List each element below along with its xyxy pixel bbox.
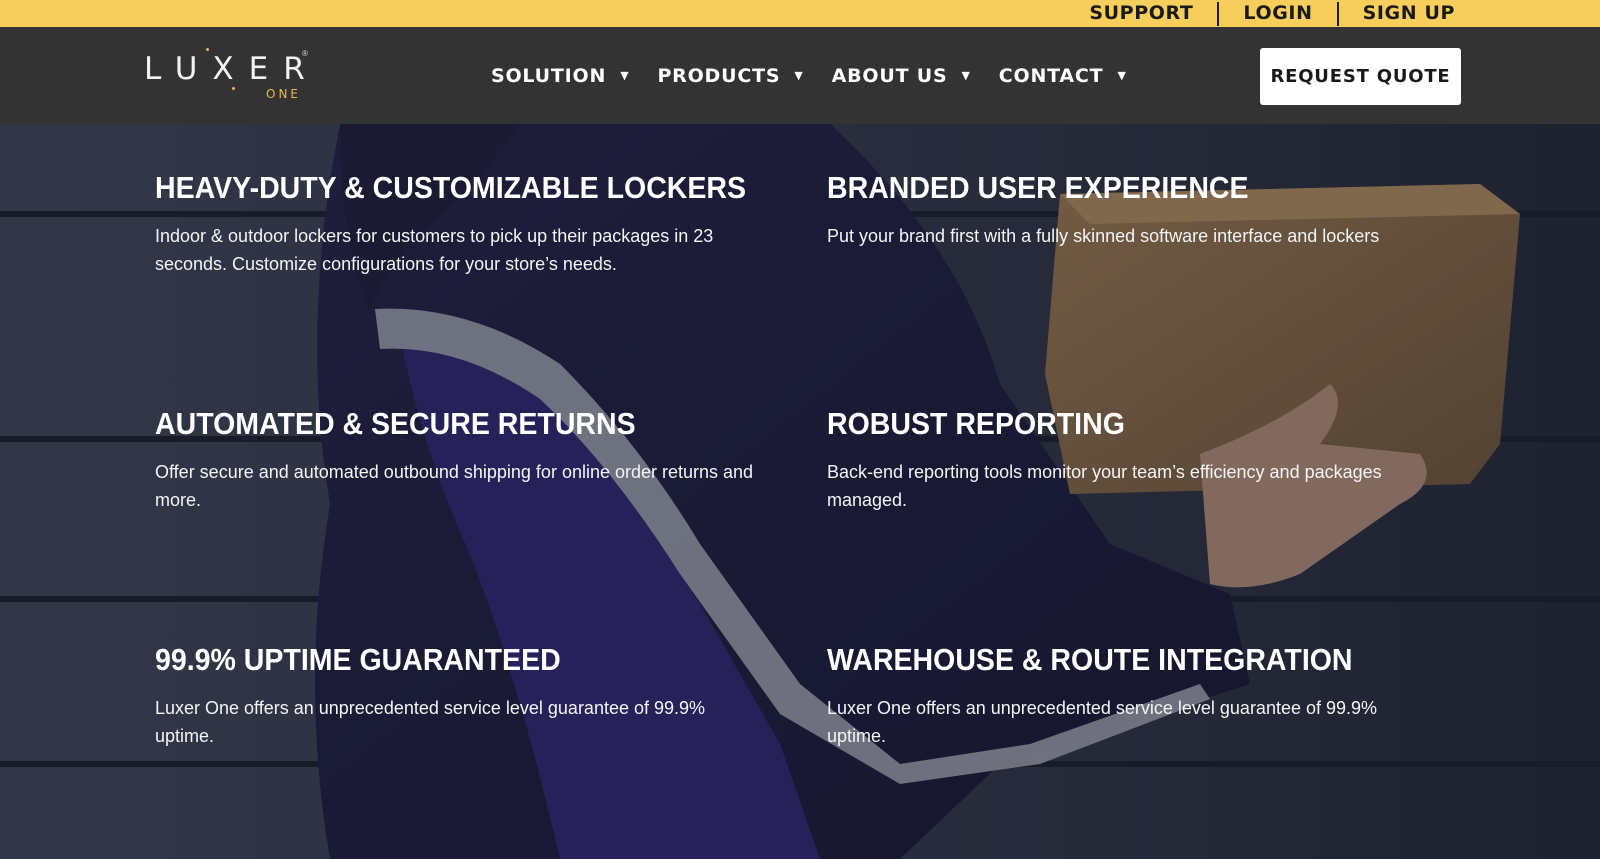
sign-up-link[interactable]: SIGN UP: [1339, 0, 1455, 27]
primary-menu: SOLUTION ▼ PRODUCTS ▼ ABOUT US ▼ CONTACT…: [491, 27, 1155, 124]
feature-title: BRANDED USER EXPERIENCE: [827, 170, 1249, 205]
menu-label: ABOUT US: [831, 64, 948, 87]
menu-about-us[interactable]: ABOUT US ▼: [832, 65, 971, 87]
menu-contact[interactable]: CONTACT ▼: [999, 65, 1127, 87]
menu-solution[interactable]: SOLUTION ▼: [491, 65, 629, 87]
caret-down-icon: ▼: [620, 69, 630, 82]
feature-grid: HEAVY-DUTY & CUSTOMIZABLE LOCKERS Indoor…: [0, 124, 1600, 859]
menu-products[interactable]: PRODUCTS ▼: [657, 65, 803, 87]
feature-description: Luxer One offers an unprecedented servic…: [155, 698, 706, 746]
logo-wordmark: LUXER: [144, 51, 320, 87]
feature-description: Back-end reporting tools monitor your te…: [827, 462, 1382, 510]
feature-title: ROBUST REPORTING: [827, 406, 1125, 441]
utility-links: SUPPORT LOGIN SIGN UP: [1065, 0, 1455, 27]
feature-description: Offer secure and automated outbound ship…: [155, 462, 754, 510]
utility-bar: SUPPORT LOGIN SIGN UP: [0, 0, 1600, 27]
feature-branded-experience: BRANDED USER EXPERIENCE Put your brand f…: [827, 170, 1437, 250]
feature-title: 99.9% UPTIME GUARANTEED: [155, 642, 561, 677]
feature-title: AUTOMATED & SECURE RETURNS: [155, 406, 636, 441]
request-quote-button[interactable]: REQUEST QUOTE: [1260, 48, 1461, 105]
login-link[interactable]: LOGIN: [1219, 0, 1336, 27]
support-link[interactable]: SUPPORT: [1065, 0, 1217, 27]
feature-uptime: 99.9% UPTIME GUARANTEED Luxer One offers…: [155, 642, 765, 750]
menu-label: SOLUTION: [491, 64, 607, 87]
main-nav: LUXER ® ONE SOLUTION ▼ PRODUCTS ▼ ABOUT …: [0, 27, 1600, 124]
menu-label: PRODUCTS: [657, 64, 781, 87]
feature-title: HEAVY-DUTY & CUSTOMIZABLE LOCKERS: [155, 170, 747, 205]
menu-label: CONTACT: [998, 64, 1104, 87]
feature-lockers: HEAVY-DUTY & CUSTOMIZABLE LOCKERS Indoor…: [155, 170, 765, 278]
feature-reporting: ROBUST REPORTING Back-end reporting tool…: [827, 406, 1437, 514]
logo-dot: [232, 87, 235, 90]
feature-description: Indoor & outdoor lockers for customers t…: [155, 226, 714, 274]
feature-description: Luxer One offers an unprecedented servic…: [827, 698, 1378, 746]
luxer-one-logo[interactable]: LUXER ® ONE: [144, 48, 314, 106]
feature-description: Put your brand first with a fully skinne…: [827, 226, 1380, 246]
caret-down-icon: ▼: [794, 69, 804, 82]
caret-down-icon: ▼: [961, 69, 971, 82]
logo-subtitle: ONE: [266, 87, 302, 101]
feature-title: WAREHOUSE & ROUTE INTEGRATION: [827, 642, 1353, 677]
caret-down-icon: ▼: [1117, 69, 1127, 82]
feature-returns: AUTOMATED & SECURE RETURNS Offer secure …: [155, 406, 765, 514]
logo-dot: [206, 48, 209, 51]
registered-mark: ®: [302, 49, 308, 58]
feature-warehouse-integration: WAREHOUSE & ROUTE INTEGRATION Luxer One …: [827, 642, 1437, 750]
